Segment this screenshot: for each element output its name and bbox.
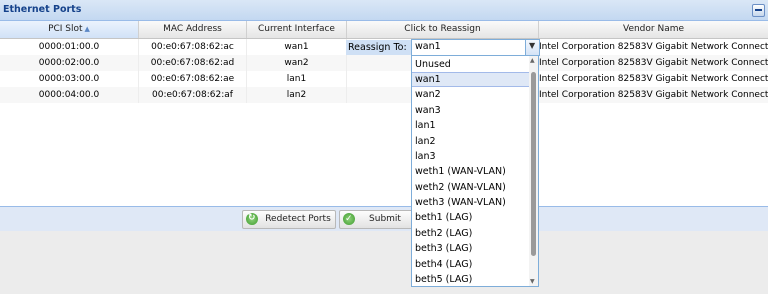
column-header-mac-address[interactable]: MAC Address [139,21,247,38]
cell-vendor-name: Intel Corporation 82583V Gigabit Network… [539,90,768,100]
grid-header: PCI Slot ▲ MAC Address Current Interface … [0,21,768,39]
dropdown-option[interactable]: beth4 (LAG) [412,257,529,272]
dropdown-option[interactable]: lan2 [412,134,529,149]
ethernet-ports-panel: Ethernet Ports PCI Slot ▲ MAC Address Cur… [0,0,768,231]
dropdown-option[interactable]: weth1 (WAN-VLAN) [412,164,529,179]
panel-header: Ethernet Ports [0,0,768,21]
combo-trigger[interactable]: ▼ [525,40,539,55]
column-header-pci-slot[interactable]: PCI Slot ▲ [0,21,139,38]
cell-mac-address: 00:e0:67:08:62:af [139,87,247,103]
dropdown-option[interactable]: beth3 (LAG) [412,241,529,256]
cell-current-interface: lan2 [247,87,347,103]
cell-pci-slot: 0000:02:00.0 [0,55,139,71]
cell-vendor-name: Intel Corporation 82583V Gigabit Network… [539,74,768,84]
table-row[interactable]: 0000:03:00.0 00:e0:67:08:62:ae lan1 Inte… [0,71,768,87]
dropdown-option-selected[interactable]: wan1 [412,72,529,87]
dropdown-option[interactable]: wan2 [412,87,529,102]
scroll-up-icon[interactable]: ▲ [530,57,535,64]
column-header-current-interface[interactable]: Current Interface [247,21,347,38]
panel-footer: Redetect Ports Submit [0,206,768,231]
cell-vendor-name: Intel Corporation 82583V Gigabit Network… [539,58,768,68]
dropdown-option[interactable]: beth5 (LAG) [412,272,529,286]
refresh-icon [246,210,258,227]
dropdown-scrollbar[interactable]: ▲ ▼ [529,56,538,286]
collapse-icon[interactable] [752,4,765,17]
dropdown-option[interactable]: lan3 [412,149,529,164]
column-header-vendor-name[interactable]: Vendor Name [539,21,768,38]
scroll-down-icon[interactable]: ▼ [530,278,535,285]
dropdown-option[interactable]: beth1 (LAG) [412,210,529,225]
cell-mac-address: 00:e0:67:08:62:ad [139,55,247,71]
dropdown-option[interactable]: weth2 (WAN-VLAN) [412,180,529,195]
cell-current-interface: wan1 [247,39,347,55]
cell-vendor-name: Intel Corporation 82583V Gigabit Network… [539,42,768,52]
submit-button[interactable]: Submit [339,210,413,229]
redetect-ports-label: Redetect Ports [265,214,331,224]
sort-asc-icon: ▲ [84,25,90,33]
cell-mac-address: 00:e0:67:08:62:ac [139,39,247,55]
column-header-click-to-reassign[interactable]: Click to Reassign [347,21,539,38]
cell-current-interface: wan2 [247,55,347,71]
dropdown-option[interactable]: beth2 (LAG) [412,226,529,241]
panel-title: Ethernet Ports [3,4,82,15]
chevron-down-icon: ▼ [529,41,536,50]
table-row[interactable]: 0000:04:00.0 00:e0:67:08:62:af lan2 Inte… [0,87,768,103]
reassign-combo-value: wan1 [415,41,441,52]
cell-mac-address: 00:e0:67:08:62:ae [139,71,247,87]
cell-pci-slot: 0000:04:00.0 [0,87,139,103]
dropdown-option[interactable]: Unused [412,57,529,72]
column-header-pci-slot-label: PCI Slot [48,24,83,34]
cell-current-interface: lan1 [247,71,347,87]
scrollbar-thumb[interactable] [531,72,536,256]
check-icon [343,211,355,228]
dropdown-option[interactable]: weth3 (WAN-VLAN) [412,195,529,210]
reassign-dropdown-list[interactable]: Unused wan1 wan2 wan3 lan1 lan2 lan3 wet… [411,55,539,287]
submit-label: Submit [369,214,401,224]
reassign-to-label: Reassign To: [346,40,412,55]
reassign-combo[interactable]: wan1 ▼ [411,39,540,56]
cell-pci-slot: 0000:03:00.0 [0,71,139,87]
dropdown-option[interactable]: wan3 [412,103,529,118]
cell-pci-slot: 0000:01:00.0 [0,39,139,55]
redetect-ports-button[interactable]: Redetect Ports [242,210,336,229]
dropdown-option[interactable]: lan1 [412,118,529,133]
table-row[interactable]: 0000:02:00.0 00:e0:67:08:62:ad wan2 Inte… [0,55,768,71]
